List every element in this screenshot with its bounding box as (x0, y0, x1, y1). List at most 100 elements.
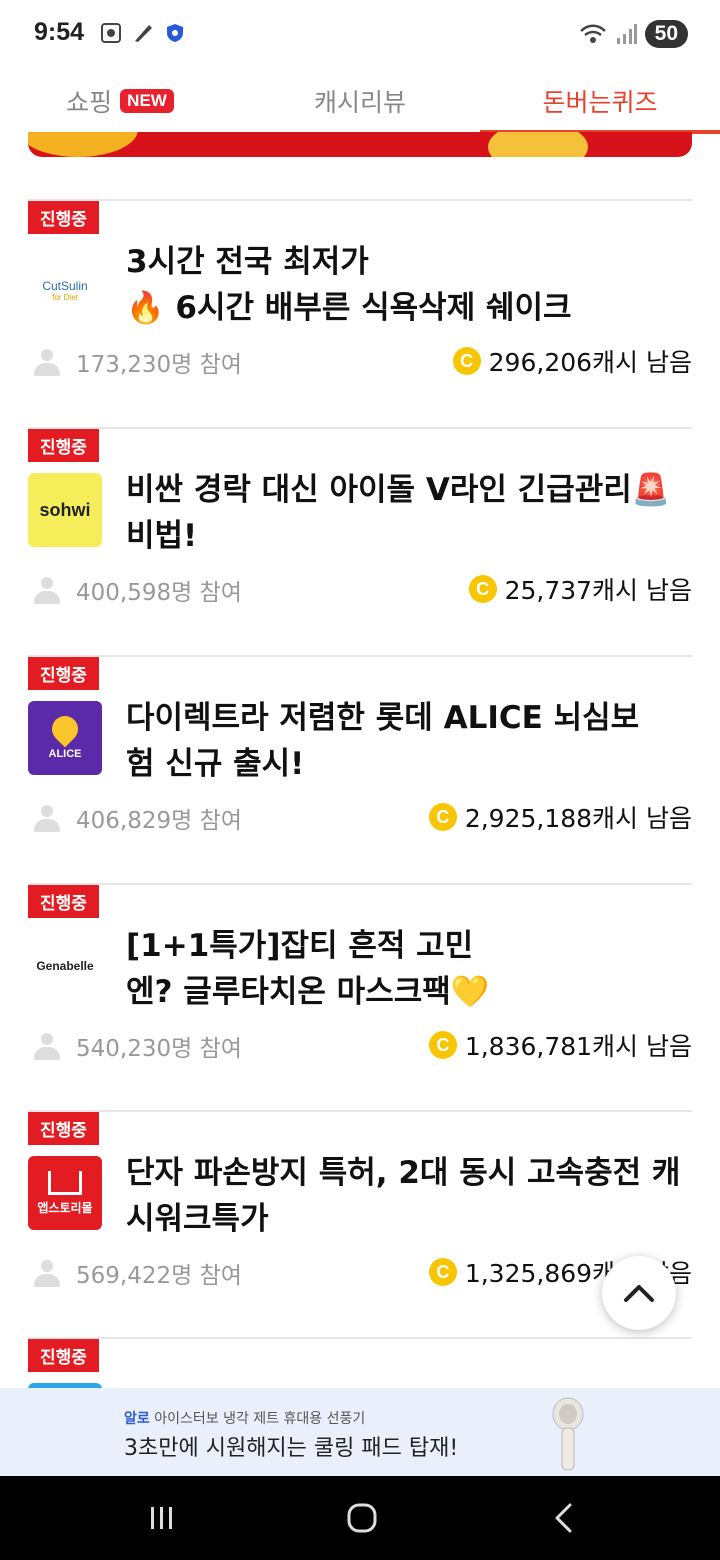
quiz-title: [1+1특가]잡티 흔적 고민 엔? 글루타치온 마스크팩💛 (126, 923, 692, 1015)
coin-icon: C (452, 347, 481, 375)
person-icon (32, 1031, 62, 1061)
tab-label: 캐시리뷰 (313, 88, 406, 117)
ad-headline: 3초만에 시원해지는 쿨링 패드 탑재! (124, 1436, 459, 1461)
quiz-meta: 400,598명 참여 C 25,737캐시 남음 (28, 569, 692, 609)
alice-drop-icon (46, 710, 84, 748)
quiz-item[interactable]: 진행중 CutSulin for Diet 3시간 전국 최저가 🔥 6시간 배… (28, 199, 692, 427)
title-line: 시워크특가 (126, 1201, 269, 1237)
remaining-text: 1,836,781캐시 남음 (464, 1032, 692, 1061)
logo-text: ALICE (48, 748, 82, 760)
logo-text: sohwi (39, 499, 91, 520)
pen-icon (135, 25, 152, 42)
back-button[interactable] (544, 1498, 584, 1538)
participants: 569,422명 참여 (32, 1256, 242, 1290)
status-badge: 진행중 (28, 1339, 99, 1372)
tab-cash-review[interactable]: 캐시리뷰 (240, 68, 480, 134)
title-line: 3시간 전국 최저가 (126, 244, 369, 280)
home-button[interactable] (342, 1498, 382, 1538)
coin-icon: C (428, 1258, 457, 1286)
quiz-item[interactable]: 진행중 Genabelle [1+1특가]잡티 흔적 고민 엔? 글루타치온 마… (28, 883, 692, 1111)
chevron-up-icon (624, 1285, 654, 1302)
recent-apps-button[interactable] (142, 1498, 182, 1538)
person-icon (32, 1258, 62, 1288)
quiz-item[interactable]: 진행중 ALICE 다이렉트라 저렴한 롯데 ALICE 뇌심보 험 신규 출시… (28, 655, 692, 883)
title-line: 엔? 글루타치온 마스크팩💛 (126, 974, 490, 1010)
status-bar: 9:54 50 (0, 0, 720, 68)
coin-icon: C (468, 575, 497, 603)
recent-apps-icon (151, 1507, 172, 1529)
participants: 540,230명 참여 (32, 1029, 242, 1063)
brand-logo: ALICE (28, 701, 102, 775)
quiz-meta: 540,230명 참여 C 1,836,781캐시 남음 (28, 1025, 692, 1065)
quiz-item[interactable]: 진행중 (28, 1337, 692, 1388)
remaining-text: 296,206캐시 남음 (488, 348, 692, 377)
quiz-meta: 569,422명 참여 C 1,325,869캐시 남음 (28, 1252, 692, 1292)
ad-subtitle: 알로 아이스터보 냉각 제트 휴대용 선풍기 (124, 1408, 365, 1428)
tab-label: 돈버는퀴즈 (542, 88, 658, 117)
participants: 406,829명 참여 (32, 801, 242, 835)
quiz-title: 단자 파손방지 특허, 2대 동시 고속충전 캐 시워크특가 (126, 1150, 692, 1242)
participant-count: 173,230명 참여 (76, 352, 242, 378)
brand-logo: sohwi (28, 473, 102, 547)
title-line: 다이렉트라 저렴한 롯데 ALICE 뇌심보 (126, 700, 640, 736)
title-line: 비싼 경락 대신 아이돌 V라인 긴급관리🚨 (126, 472, 671, 508)
navigation-bar (0, 1476, 720, 1560)
logo-text: 앱스토리몰 (37, 1200, 93, 1215)
title-line: 비법! (126, 518, 198, 554)
brand-logo: Genabelle (28, 929, 102, 1003)
participants: 400,598명 참여 (32, 573, 242, 607)
person-icon (32, 803, 62, 833)
brand-logo: 앱스토리몰 (28, 1156, 102, 1230)
wifi-icon (579, 24, 606, 43)
tab-bar: 쇼핑 NEW 캐시리뷰 돈버는퀴즈 (0, 68, 720, 134)
banner-image (488, 132, 588, 157)
tab-label: 쇼핑 (66, 88, 113, 117)
home-icon (347, 1503, 377, 1533)
remaining-text: 2,925,188캐시 남음 (464, 804, 692, 833)
cash-remaining: C 25,737캐시 남음 (468, 571, 692, 607)
ad-product-name: 아이스터보 냉각 제트 휴대용 선풍기 (154, 1411, 366, 1427)
notification-icons (100, 22, 186, 44)
new-badge: NEW (120, 89, 174, 113)
back-icon (555, 1503, 572, 1533)
quiz-item[interactable]: 진행중 앱스토리몰 단자 파손방지 특허, 2대 동시 고속충전 캐 시워크특가… (28, 1110, 692, 1338)
cash-remaining: C 296,206캐시 남음 (452, 343, 692, 379)
participant-count: 406,829명 참여 (76, 808, 242, 834)
title-line: 험 신규 출시! (126, 746, 305, 782)
scroll-to-top-button[interactable] (602, 1256, 676, 1330)
quiz-title: 3시간 전국 최저가 🔥 6시간 배부른 식욕삭제 쉐이크 (126, 239, 692, 331)
title-line: 단자 파손방지 특허, 2대 동시 고속충전 캐 (126, 1155, 681, 1191)
coin-icon: C (428, 803, 457, 831)
shopping-bag-icon (48, 1170, 82, 1195)
logo-subtext: for Diet (52, 292, 78, 302)
title-line: 🔥 6시간 배부른 식욕삭제 쉐이크 (126, 290, 572, 326)
quiz-meta: 406,829명 참여 C 2,925,188캐시 남음 (28, 797, 692, 837)
cash-remaining: C 2,925,188캐시 남음 (428, 799, 692, 835)
ad-brand: 알로 (124, 1411, 150, 1427)
logo-text: CutSulin (42, 278, 88, 293)
status-badge: 진행중 (28, 429, 99, 462)
participant-count: 400,598명 참여 (76, 580, 242, 606)
logo-text: Genabelle (36, 959, 94, 973)
brand-logo: CutSulin for Diet (28, 253, 102, 327)
status-badge: 진행중 (28, 885, 99, 918)
battery-indicator: 50 (644, 20, 688, 48)
participant-count: 540,230명 참여 (76, 1036, 242, 1062)
quiz-item[interactable]: 진행중 sohwi 비싼 경락 대신 아이돌 V라인 긴급관리🚨 비법! 400… (28, 427, 692, 655)
fan-product-image (552, 1397, 584, 1471)
participant-count: 569,422명 참여 (76, 1263, 242, 1289)
status-badge: 진행중 (28, 201, 99, 234)
ad-banner[interactable]: 알로 아이스터보 냉각 제트 휴대용 선풍기 3초만에 시원해지는 쿨링 패드 … (0, 1388, 720, 1476)
status-time: 9:54 (34, 18, 85, 46)
tab-money-quiz[interactable]: 돈버는퀴즈 (480, 68, 720, 134)
tab-shopping[interactable]: 쇼핑 NEW (0, 68, 240, 134)
participants: 173,230명 참여 (32, 345, 242, 379)
shield-icon (167, 24, 183, 42)
screenshot-icon (101, 23, 121, 43)
status-right: 50 (579, 20, 688, 48)
signal-icon (616, 24, 637, 44)
quiz-meta: 173,230명 참여 C 296,206캐시 남음 (28, 341, 692, 381)
status-badge: 진행중 (28, 1112, 99, 1145)
promo-banner[interactable] (28, 132, 692, 157)
remaining-text: 25,737캐시 남음 (504, 576, 692, 605)
